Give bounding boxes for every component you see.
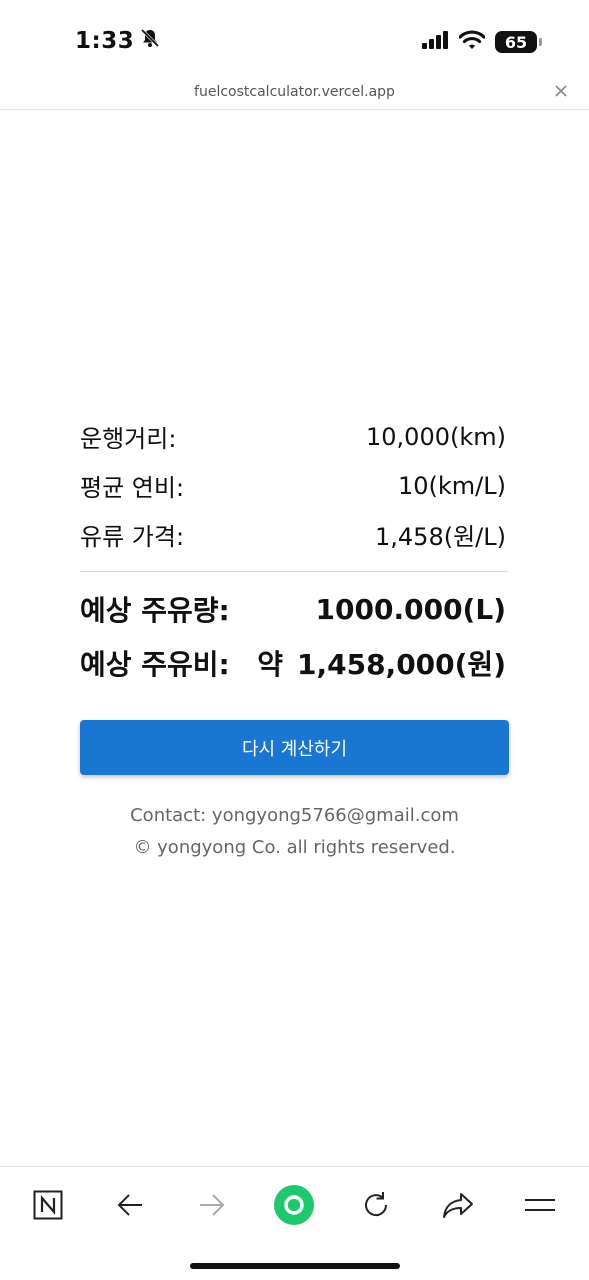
back-arrow-icon[interactable]	[108, 1183, 152, 1227]
status-indicators: 65	[421, 30, 542, 54]
battery-icon: 65	[495, 31, 542, 53]
contact-text: Contact: yongyong5766@gmail.com	[130, 805, 459, 826]
url-text[interactable]: fuelcostcalculator.vercel.app	[0, 84, 589, 100]
naver-n-icon[interactable]	[26, 1183, 70, 1227]
input-summary: 운행거리: 10,000(km) 평균 연비: 10(km/L) 유류 가격: …	[80, 412, 506, 559]
fuel-cost-prefix: 약	[257, 648, 283, 681]
distance-row: 운행거리: 10,000(km)	[80, 412, 506, 461]
reload-icon[interactable]	[354, 1183, 398, 1227]
wifi-icon	[458, 30, 486, 54]
status-time: 1:33	[75, 28, 160, 54]
distance-label: 운행거리:	[80, 425, 177, 453]
footer: Contact: yongyong5766@gmail.com © yongyo…	[0, 800, 589, 864]
green-dot-icon[interactable]	[272, 1183, 316, 1227]
battery-level: 65	[504, 32, 528, 52]
fuel-amount-value: 1000.000(L)	[315, 592, 506, 626]
menu-icon[interactable]	[518, 1183, 562, 1227]
copyright-text: © yongyong Co. all rights reserved.	[133, 837, 456, 858]
signal-icon	[421, 30, 449, 54]
fuel-cost-value: 1,458,000(원)	[296, 648, 506, 681]
efficiency-row: 평균 연비: 10(km/L)	[80, 461, 506, 510]
share-icon[interactable]	[436, 1183, 480, 1227]
url-bar[interactable]: fuelcostcalculator.vercel.app	[0, 82, 589, 110]
efficiency-label: 평균 연비:	[80, 474, 185, 502]
divider	[80, 571, 508, 572]
page: 1:33 65 fuelcostcalculator.vercel.app 운행…	[0, 0, 589, 1280]
result-summary: 예상 주유량: 1000.000(L) 예상 주유비: 약 1,458,000(원…	[80, 582, 506, 690]
fuel-price-label: 유류 가격:	[80, 523, 185, 551]
efficiency-value: 10(km/L)	[398, 471, 506, 500]
fuel-price-value: 1,458(원/L)	[375, 523, 506, 551]
status-bar: 1:33 65	[0, 0, 589, 82]
fuel-amount-row: 예상 주유량: 1000.000(L)	[80, 582, 506, 636]
time-text: 1:33	[75, 28, 135, 54]
fuel-cost-row: 예상 주유비: 약 1,458,000(원)	[80, 636, 506, 690]
forward-arrow-icon[interactable]	[190, 1183, 234, 1227]
fuel-amount-label: 예상 주유량:	[80, 594, 230, 627]
close-icon[interactable]	[553, 84, 569, 100]
home-indicator[interactable]	[190, 1263, 400, 1269]
fuel-price-row: 유류 가격: 1,458(원/L)	[80, 510, 506, 559]
bell-slash-icon	[140, 28, 160, 54]
browser-toolbar	[0, 1166, 589, 1280]
recalculate-button[interactable]: 다시 계산하기	[80, 720, 509, 775]
fuel-cost-wrap: 약 1,458,000(원)	[257, 643, 506, 683]
distance-value: 10,000(km)	[366, 422, 506, 451]
fuel-cost-label: 예상 주유비:	[80, 648, 230, 681]
